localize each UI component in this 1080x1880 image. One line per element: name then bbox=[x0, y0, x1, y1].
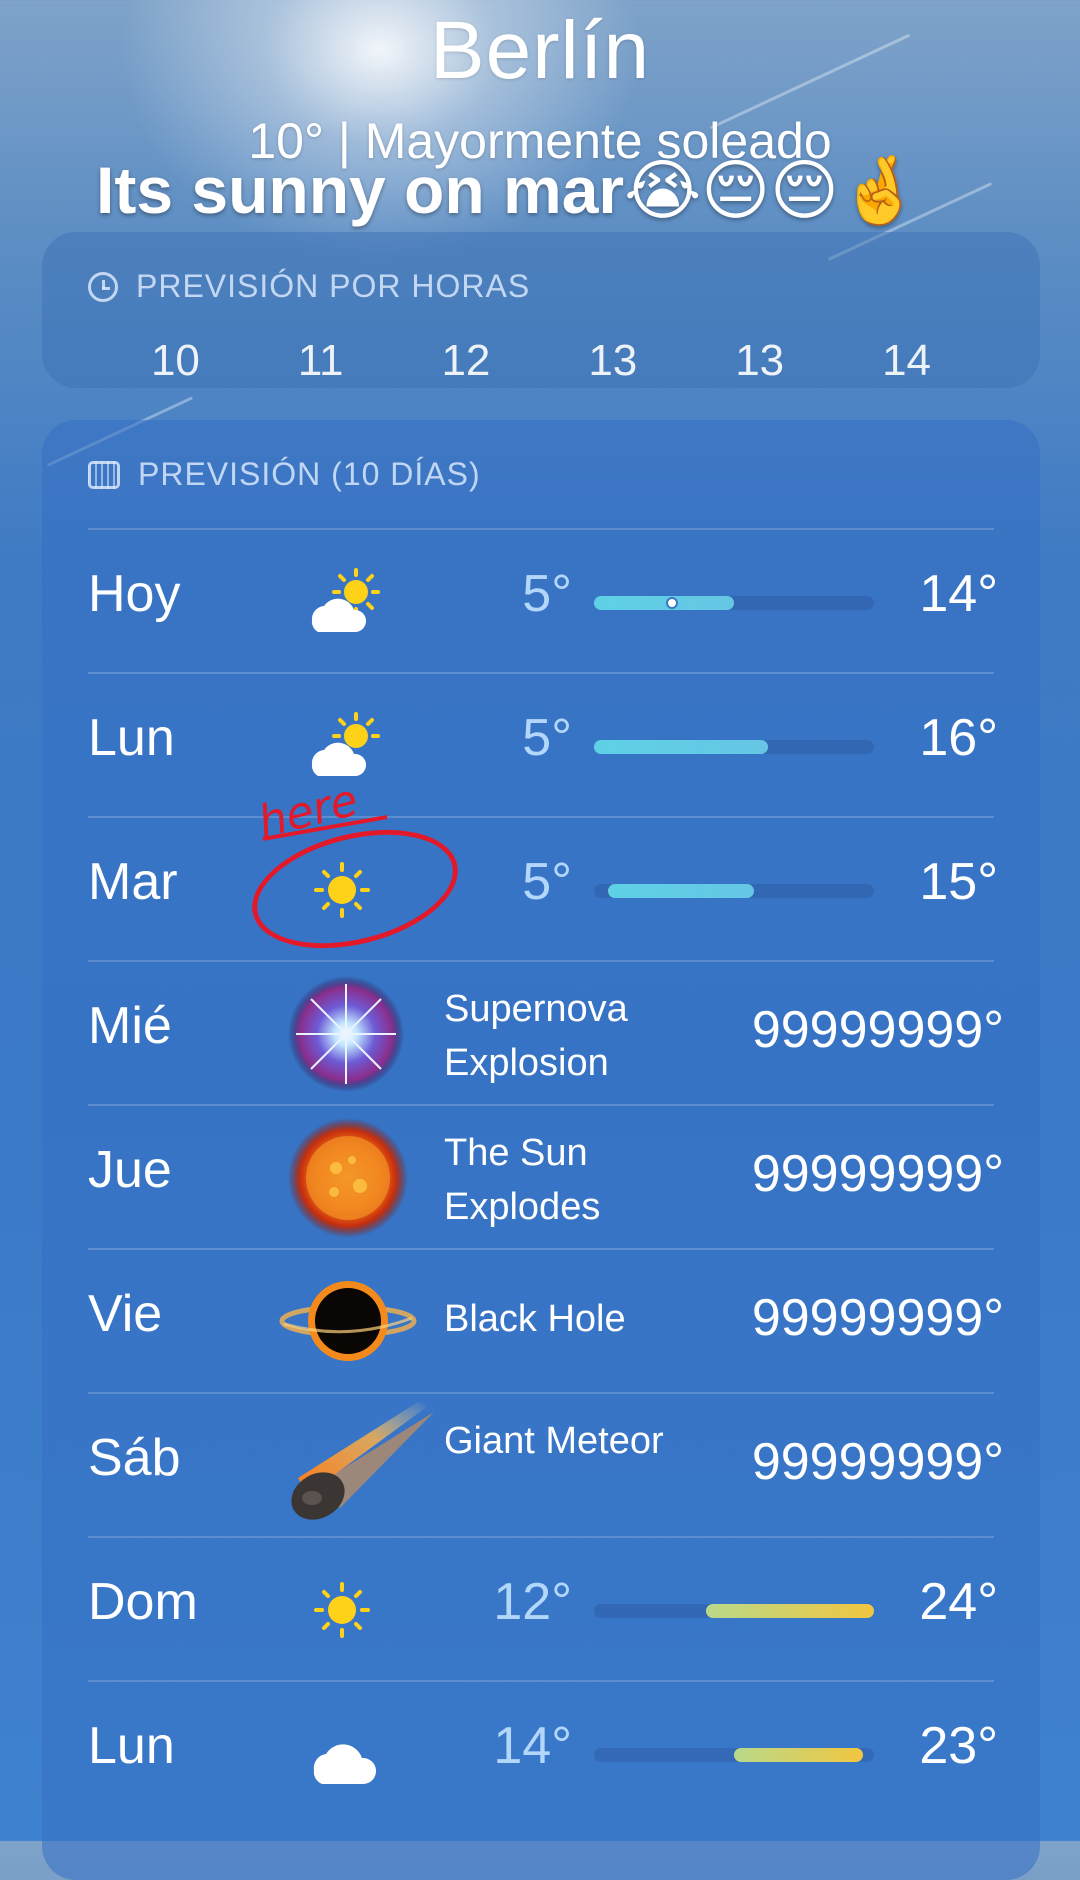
temp-range-bar bbox=[594, 1604, 874, 1618]
day-label: Jue bbox=[88, 1141, 172, 1199]
event-temp: 99999999° bbox=[751, 1289, 1004, 1347]
meme-caption: Its sunny on mar😭😔😔🤞 bbox=[96, 153, 921, 227]
row-divider bbox=[88, 672, 994, 674]
temp-range-fill bbox=[706, 1604, 874, 1618]
ten-day-forecast-title: PREVISIÓN (10 DÍAS) bbox=[88, 456, 481, 493]
event-name: Supernova Explosion bbox=[444, 988, 628, 1084]
supernova-icon bbox=[286, 974, 406, 1094]
partly-cloudy-icon bbox=[300, 558, 390, 648]
temp-range-fill bbox=[594, 740, 768, 754]
row-divider bbox=[88, 1104, 994, 1106]
row-divider bbox=[88, 1680, 994, 1682]
day-label: Vie bbox=[88, 1285, 163, 1343]
sun-icon bbox=[300, 1566, 390, 1656]
hour-label: 14 bbox=[882, 336, 932, 385]
high-temp: 23° bbox=[919, 1717, 998, 1775]
day-label: Hoy bbox=[88, 565, 181, 623]
temp-range-bar bbox=[594, 1748, 874, 1762]
hour-label: 11 bbox=[297, 336, 344, 385]
temp-range-fill bbox=[594, 596, 734, 610]
forecast-row-vie[interactable]: Vie Black Hole 99999999° bbox=[42, 1248, 1040, 1392]
low-temp: 14° bbox=[493, 1717, 572, 1775]
hour-label: 13 bbox=[735, 336, 785, 385]
event-name: Black Hole bbox=[444, 1298, 626, 1340]
row-divider bbox=[88, 960, 994, 962]
event-name: Giant Meteor bbox=[444, 1420, 664, 1462]
forecast-row-mie[interactable]: Mié Supernova Explosion 99999999° bbox=[42, 960, 1040, 1104]
temp-range-bar bbox=[594, 740, 874, 754]
ten-day-forecast-label: PREVISIÓN (10 DÍAS) bbox=[138, 456, 481, 492]
high-temp: 14° bbox=[919, 565, 998, 623]
low-temp: 5° bbox=[522, 709, 572, 767]
high-temp: 24° bbox=[919, 1573, 998, 1631]
forecast-row-dom[interactable]: Dom 12° 24° bbox=[42, 1536, 1040, 1680]
forecast-row-hoy[interactable]: Hoy 5° 14° bbox=[42, 528, 1040, 672]
forecast-row-sab[interactable]: Sáb Giant Meteor 99999999° bbox=[42, 1392, 1040, 1536]
temp-range-bar bbox=[594, 596, 874, 610]
row-divider bbox=[88, 1392, 994, 1394]
day-label: Mar bbox=[88, 853, 178, 911]
event-name: The Sun Explodes bbox=[444, 1132, 601, 1228]
event-temp: 99999999° bbox=[751, 1001, 1004, 1059]
low-temp: 5° bbox=[522, 565, 572, 623]
high-temp: 15° bbox=[919, 853, 998, 911]
calendar-icon bbox=[88, 460, 120, 489]
day-label: Lun bbox=[88, 1717, 175, 1775]
row-divider bbox=[88, 816, 994, 818]
temp-range-bar bbox=[594, 884, 874, 898]
day-label: Sáb bbox=[88, 1429, 181, 1487]
temp-range-fill bbox=[734, 1748, 863, 1762]
day-label: Mié bbox=[88, 997, 172, 1055]
cloud-icon bbox=[300, 1710, 390, 1800]
sun-explosion-icon bbox=[286, 1116, 410, 1240]
clock-icon bbox=[88, 271, 118, 302]
low-temp: 5° bbox=[522, 853, 572, 911]
day-label: Lun bbox=[88, 709, 175, 767]
hour-label: 10 bbox=[150, 336, 200, 385]
forecast-row-lun[interactable]: Lun 5° 16° bbox=[42, 672, 1040, 816]
hour-label: 12 bbox=[441, 336, 491, 385]
hourly-forecast-label: PREVISIÓN POR HORAS bbox=[136, 268, 531, 304]
high-temp: 16° bbox=[919, 709, 998, 767]
row-divider bbox=[88, 1536, 994, 1538]
forecast-row-lun-2[interactable]: Lun 14° 23° bbox=[42, 1680, 1040, 1824]
row-divider bbox=[88, 528, 994, 530]
hourly-strip[interactable]: 10 11 12 13 13 14 bbox=[42, 328, 1040, 385]
forecast-row-mar[interactable]: Mar 5° 15° bbox=[42, 816, 1040, 960]
black-hole-icon bbox=[278, 1266, 418, 1376]
hour-label: 13 bbox=[588, 336, 638, 385]
hourly-forecast-title: PREVISIÓN POR HORAS bbox=[88, 268, 530, 305]
temp-range-fill bbox=[608, 884, 754, 898]
ten-day-forecast-card[interactable]: PREVISIÓN (10 DÍAS) Hoy 5° 14° Lun 5° 16… bbox=[42, 420, 1040, 1880]
forecast-row-jue[interactable]: Jue The Sun Explodes 99999999° bbox=[42, 1104, 1040, 1248]
event-temp: 99999999° bbox=[751, 1145, 1004, 1203]
low-temp: 12° bbox=[493, 1573, 572, 1631]
day-label: Dom bbox=[88, 1573, 198, 1631]
city-name: Berlín bbox=[429, 5, 651, 96]
meteor-icon bbox=[278, 1398, 438, 1528]
row-divider bbox=[88, 1248, 994, 1250]
event-temp: 99999999° bbox=[751, 1433, 1004, 1491]
hourly-forecast-card[interactable]: PREVISIÓN POR HORAS 10 11 12 13 13 14 bbox=[42, 232, 1040, 388]
